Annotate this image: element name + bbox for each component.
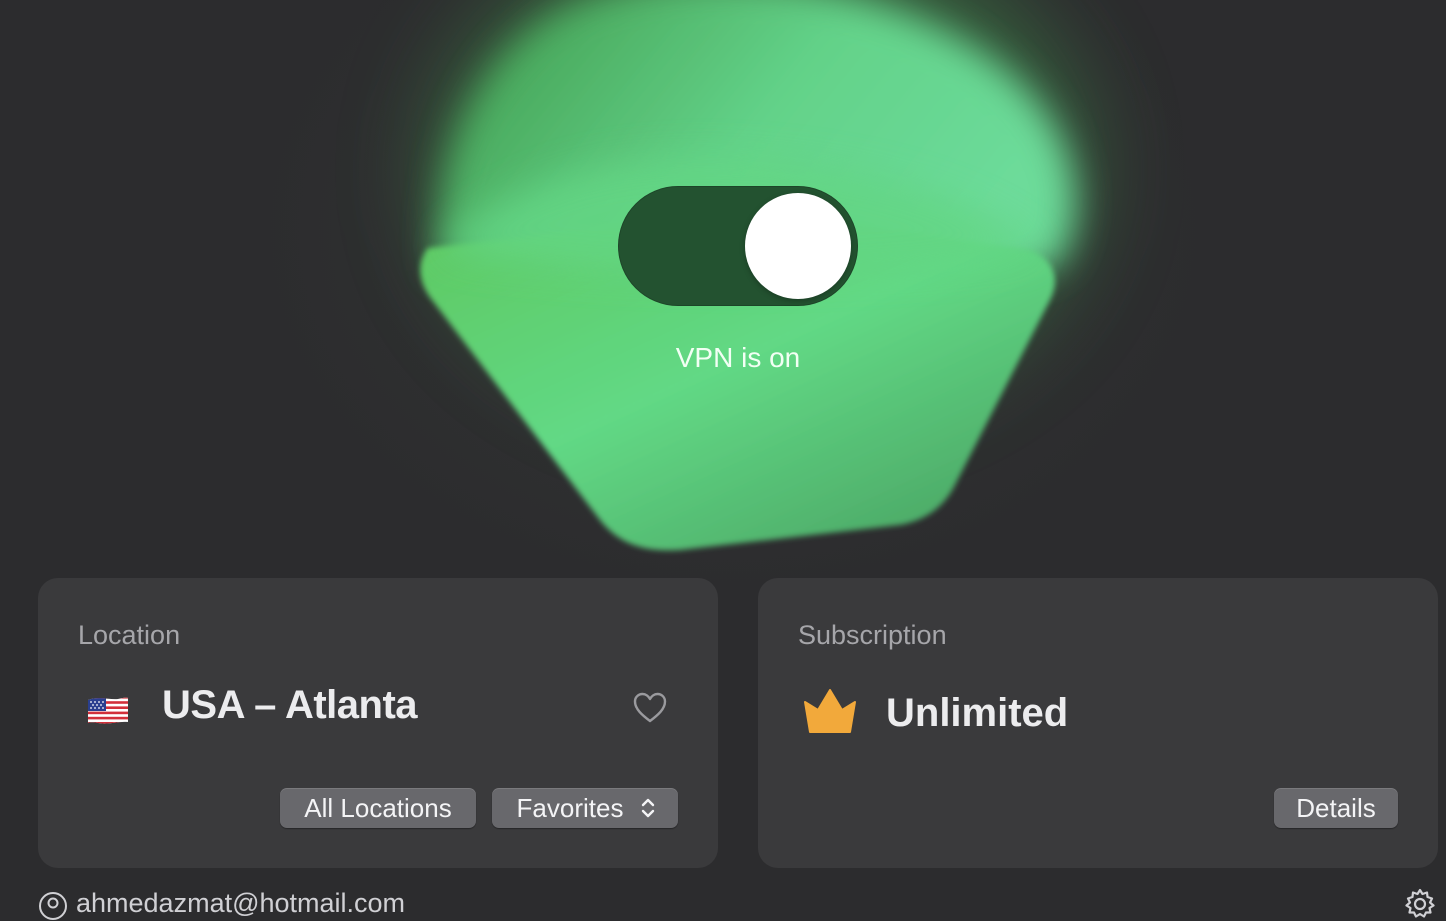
details-button[interactable]: Details [1274, 788, 1398, 828]
all-locations-button[interactable]: All Locations [280, 788, 476, 828]
favorites-dropdown-label: Favorites [516, 793, 624, 823]
crown-icon [804, 689, 856, 733]
vpn-toggle[interactable] [618, 186, 858, 306]
subscription-card-title: Subscription [798, 620, 947, 650]
chevron-up-down-icon [641, 798, 655, 818]
favorites-dropdown[interactable]: Favorites [492, 788, 678, 828]
us-flag-icon [88, 697, 128, 724]
vpn-status-text: VPN is on [675, 342, 801, 373]
gear-icon[interactable] [1404, 888, 1436, 920]
selected-location: USA – Atlanta [162, 683, 418, 727]
account-icon [39, 892, 67, 920]
subscription-card: Subscription Unlimited Details [758, 578, 1438, 868]
location-card-title: Location [78, 620, 181, 650]
subscription-plan: Unlimited [886, 691, 1069, 735]
vpn-toggle-knob[interactable] [745, 193, 851, 299]
heart-outline-icon[interactable] [632, 690, 668, 726]
location-card: Location USA – Atlanta All Locations Fav… [38, 578, 718, 868]
